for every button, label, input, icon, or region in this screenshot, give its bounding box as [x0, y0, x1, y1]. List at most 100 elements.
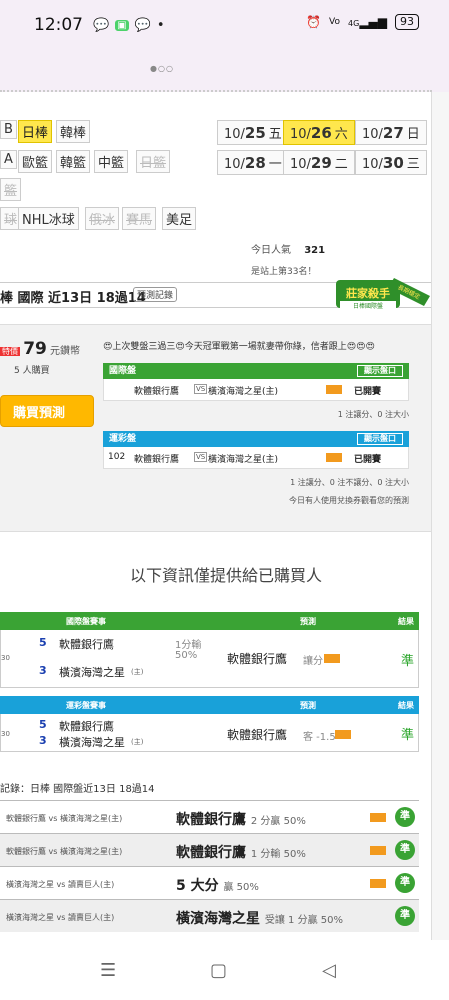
date-md: 10/: [224, 127, 245, 142]
table-header: 運彩盤賽事 預測 結果: [0, 696, 419, 714]
intl-block-header: 國際盤 顯示盤口: [103, 363, 409, 379]
voucher-note: 今日有人使用兌換券觀看您的預測: [289, 496, 409, 505]
date-md: 10/: [362, 157, 383, 172]
buyer-count: 5 人購買: [14, 366, 50, 376]
sport-block: 運彩盤 顯示盤口 102 軟體銀行鷹 VS 橫濱海灣之星(主) 已開賽: [103, 431, 409, 469]
category-2[interactable]: 韓棒: [56, 120, 91, 143]
table-row: 30 5 軟體銀行鷹 3 橫濱海灣之星 (主) 1分輸 50% 軟體銀行鷹 讓分…: [0, 630, 419, 688]
sport-result-table: 運彩盤賽事 預測 結果 30 5 軟體銀行鷹 3 橫濱海灣之星 (主) 軟體銀行…: [0, 696, 419, 752]
show-odds-button[interactable]: 顯示盤口: [357, 433, 403, 445]
category-12[interactable]: 賽馬: [122, 207, 157, 230]
page-title: 棒 國際 近13日 18過14: [0, 291, 146, 306]
purchase-panel: 特價 79 元鑽幣 5 人購買 購買預測 😍上次雙盤三過三😍今天冠軍戰第一場就妻…: [0, 324, 431, 532]
list-item: 橫濱海灣之星 vs 讀賣巨人(主) 橫濱海灣之星 受讓 1 分贏 50% 準: [0, 899, 419, 932]
date-weekday: 一: [268, 157, 282, 172]
app-icon: ▣: [115, 19, 129, 31]
lock-tag-icon: [326, 453, 342, 462]
system-nav-bar: ☰ ▢ ◁: [0, 940, 449, 1000]
chat-icon: 💬: [93, 17, 110, 33]
price: 特價 79 元鑽幣: [0, 339, 80, 359]
dot-icon: •: [156, 17, 165, 33]
system-icons: ⏰ Vo 4G▂▄▆ 93: [306, 14, 419, 30]
date-day: 28: [244, 154, 266, 172]
show-odds-button[interactable]: 顯示盤口: [357, 365, 403, 377]
history-match: 軟體銀行鷹 vs 橫濱海灣之星(主): [6, 814, 123, 823]
badge-main: 莊家殺手: [345, 286, 390, 300]
history-pick: 軟體銀行鷹 1 分輸 50%: [176, 845, 306, 861]
badge-icon: 莊家殺手 日棒國際盤 長期穩定: [336, 278, 430, 310]
category-8[interactable]: 籃: [0, 178, 22, 201]
sport-note: 1 注讓分、0 注不讓分、0 注大小: [290, 478, 409, 487]
rank-text: 是站上第33名！: [251, 267, 317, 277]
price-unit: 元鑽幣: [50, 346, 81, 357]
date-tab-5[interactable]: 10/30 三: [355, 150, 427, 175]
history-list: 軟體銀行鷹 vs 橫濱海灣之星(主) 軟體銀行鷹 2 分贏 50% 準軟體銀行鷹 v…: [0, 800, 419, 932]
alarm-icon: ⏰: [306, 15, 322, 29]
date-day: 30: [382, 154, 404, 172]
date-tab-4[interactable]: 10/29 二: [283, 150, 355, 175]
browser-top-area: ●○○: [0, 50, 449, 92]
category-13[interactable]: 美足: [162, 207, 197, 230]
history-match: 橫濱海灣之星 vs 讀賣巨人(主): [6, 913, 115, 922]
vs-icon: VS: [194, 384, 208, 394]
sport-block-header: 運彩盤 顯示盤口: [103, 431, 409, 447]
result-badge: 準: [395, 807, 415, 827]
category-1[interactable]: 日棒: [18, 120, 53, 143]
list-item: 軟體銀行鷹 vs 橫濱海灣之星(主) 軟體銀行鷹 2 分贏 50% 準: [0, 800, 419, 833]
category-7[interactable]: 日籃: [136, 150, 171, 173]
divider: [0, 84, 432, 92]
date-md: 10/: [224, 157, 245, 172]
category-11[interactable]: 俄冰: [85, 207, 120, 230]
category-6[interactable]: 中籃: [94, 150, 129, 173]
price-value: 79: [23, 339, 47, 359]
signal-icon: 4G▂▄▆: [348, 15, 387, 29]
page-indicator: ●○○: [150, 64, 174, 73]
date-md: 10/: [362, 127, 383, 142]
history-pick: 5 大分 贏 50%: [176, 878, 259, 894]
category-5[interactable]: 韓籃: [56, 150, 91, 173]
table-header: 國際盤賽事 預測 結果: [0, 612, 419, 630]
date-tab-1[interactable]: 10/26 六: [283, 120, 355, 145]
buy-label: 購買預測: [13, 405, 66, 421]
list-item: 軟體銀行鷹 vs 橫濱海灣之星(主) 軟體銀行鷹 1 分輸 50% 準: [0, 833, 419, 866]
record-button[interactable]: 預測記錄: [133, 287, 178, 302]
vs-icon: VS: [194, 452, 208, 462]
date-day: 27: [382, 124, 404, 142]
scrollbar[interactable]: [432, 92, 449, 940]
date-weekday: 二: [334, 157, 348, 172]
category-0[interactable]: B: [0, 120, 17, 139]
history-match: 橫濱海灣之星 vs 讀賣巨人(主): [6, 880, 115, 889]
volte-icon: Vo: [329, 17, 341, 27]
home-icon[interactable]: ▢: [210, 960, 227, 981]
intl-match-row: 軟體銀行鷹 VS 橫濱海灣之星(主) 已開賽: [103, 379, 409, 401]
lock-tag-icon: [370, 846, 386, 855]
line-icon: 💬: [134, 17, 151, 33]
date-md: 10/: [290, 127, 311, 142]
lock-tag-icon: [370, 813, 386, 822]
lock-tag-icon: [326, 385, 342, 394]
date-day: 26: [310, 124, 332, 142]
result-badge: 準: [395, 840, 415, 860]
list-item: 橫濱海灣之星 vs 讀賣巨人(主) 5 大分 贏 50% 準: [0, 866, 419, 899]
date-weekday: 日: [406, 127, 420, 142]
buy-prediction-button[interactable]: 購買預測: [0, 395, 94, 427]
date-weekday: 六: [334, 127, 348, 142]
date-tab-3[interactable]: 10/28 一: [217, 150, 289, 175]
category-4[interactable]: 歐籃: [18, 150, 53, 173]
category-3[interactable]: A: [0, 150, 17, 169]
back-icon[interactable]: ◁: [322, 960, 336, 981]
menu-icon[interactable]: ☰: [100, 960, 116, 981]
history-title: 記錄：日棒 國際盤近13日 18過14: [0, 784, 155, 795]
date-tab-2[interactable]: 10/27 日: [355, 120, 427, 145]
date-tab-0[interactable]: 10/25 五: [217, 120, 289, 145]
date-weekday: 三: [406, 157, 420, 172]
history-match: 軟體銀行鷹 vs 橫濱海灣之星(主): [6, 847, 123, 856]
category-10[interactable]: NHL冰球: [18, 207, 79, 230]
intl-block: 國際盤 顯示盤口 軟體銀行鷹 VS 橫濱海灣之星(主) 已開賽: [103, 363, 409, 401]
history-pick: 軟體銀行鷹 2 分贏 50%: [176, 812, 306, 828]
date-day: 25: [244, 124, 266, 142]
intl-note: 1 注讓分、0 注大小: [337, 410, 409, 419]
popularity: 今日人氣 321: [251, 245, 326, 256]
sport-match-row: 102 軟體銀行鷹 VS 橫濱海灣之星(主) 已開賽: [103, 447, 409, 469]
badge-sub: 日棒國際盤: [353, 302, 383, 310]
